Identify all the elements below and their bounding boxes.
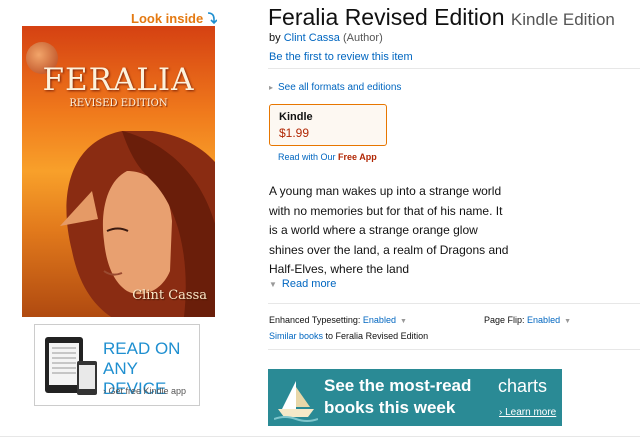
kindle-app-promo[interactable]: READ ON ANY DEVICE › Get free Kindle app — [34, 324, 200, 406]
page-flip-value[interactable]: Enabled — [527, 315, 560, 325]
similar-books: Similar books to Feralia Revised Edition — [269, 331, 428, 341]
page-flip-label: Page Flip: — [484, 315, 525, 325]
read-more-link[interactable]: ▼ Read more — [269, 278, 336, 290]
divider — [268, 68, 640, 69]
kindle-app-cta-label: Get free Kindle app — [108, 386, 187, 396]
divider — [268, 349, 640, 350]
author-role: (Author) — [343, 32, 383, 44]
enhanced-typesetting-value[interactable]: Enabled — [363, 315, 396, 325]
similar-books-link[interactable]: Similar books — [269, 331, 323, 341]
free-app-label: Free App — [338, 152, 377, 162]
read-with-label: Read with Our — [278, 152, 336, 162]
learn-more-link[interactable]: › Learn more — [499, 407, 556, 418]
kindle-app-line1: READ ON — [103, 339, 181, 358]
write-review-link[interactable]: Be the first to review this item — [269, 51, 413, 63]
caret-down-icon: ▼ — [269, 280, 277, 289]
author-link[interactable]: Clint Cassa — [284, 32, 340, 44]
look-inside-link[interactable]: Look inside — [131, 11, 218, 26]
paper-boat-icon — [274, 381, 318, 422]
divider — [268, 303, 640, 304]
see-all-formats-label: See all formats and editions — [278, 82, 402, 93]
read-with-free-app-link[interactable]: Read with Our Free App — [278, 152, 377, 162]
similar-books-rest: to Feralia Revised Edition — [325, 331, 429, 341]
kindle-format-label: Kindle — [279, 111, 313, 123]
chevron-down-icon[interactable]: ▼ — [564, 318, 571, 325]
learn-more-label: Learn more — [505, 407, 557, 418]
tablet-phone-icon — [45, 337, 97, 395]
cover-title: FERALIA — [42, 62, 195, 98]
byline-by: by — [269, 32, 281, 44]
book-cover-image[interactable]: FERALIA REVISED EDITION Clint Cassa — [22, 26, 215, 317]
kindle-price: $1.99 — [279, 126, 310, 140]
cover-subtitle: REVISED EDITION — [69, 98, 168, 109]
book-description: A young man wakes up into a strange worl… — [269, 184, 509, 276]
byline: by Clint Cassa (Author) — [269, 32, 383, 44]
enhanced-typesetting: Enhanced Typesetting: Enabled ▼ — [269, 315, 407, 325]
charts-banner[interactable]: See the most-read books this week charts… — [268, 369, 562, 426]
look-inside-arrow-icon — [208, 12, 218, 25]
page-flip: Page Flip: Enabled ▼ — [484, 315, 571, 325]
product-title-text: Feralia Revised Edition — [268, 4, 505, 30]
charts-label: charts — [498, 376, 548, 396]
caret-right-icon: ▸ — [269, 83, 274, 92]
enhanced-typesetting-label: Enhanced Typesetting: — [269, 315, 361, 325]
chevron-down-icon[interactable]: ▼ — [400, 318, 407, 325]
product-format: Kindle Edition — [510, 10, 615, 29]
kindle-format-option[interactable]: Kindle $1.99 — [269, 104, 387, 146]
read-more-label: Read more — [281, 278, 337, 290]
cover-author: Clint Cassa — [132, 288, 207, 303]
see-all-formats-link[interactable]: ▸ See all formats and editions — [269, 82, 401, 93]
banner-line1: See the most-read — [324, 376, 472, 395]
kindle-app-cta[interactable]: › Get free Kindle app — [103, 386, 186, 396]
product-title: Feralia Revised Edition Kindle Edition — [268, 4, 615, 31]
banner-line2: books this week — [324, 398, 456, 417]
look-inside-label: Look inside — [131, 11, 204, 26]
